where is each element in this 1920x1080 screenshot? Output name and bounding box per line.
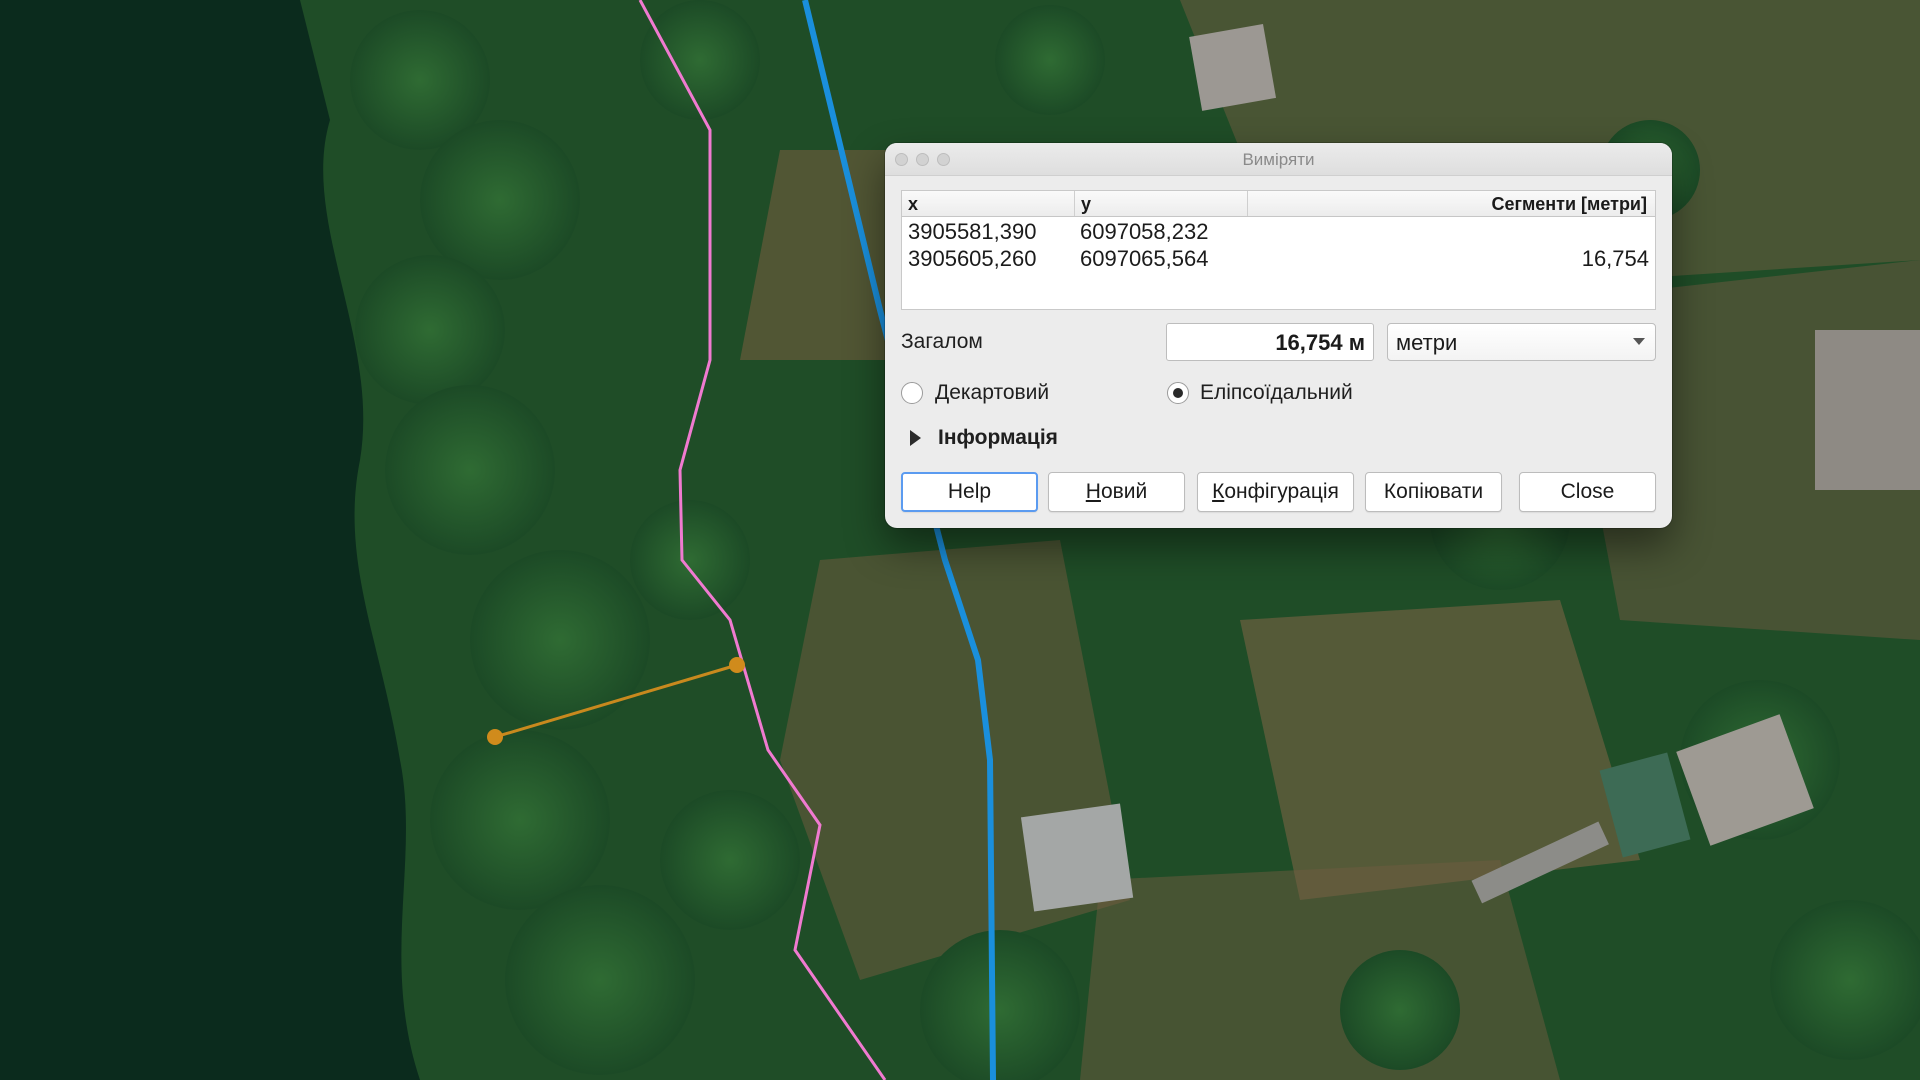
copy-button[interactable]: Копіювати: [1365, 472, 1502, 512]
column-header-segments[interactable]: Сегменти [метри]: [1249, 194, 1649, 214]
cell-x: 3905581,390: [908, 219, 1037, 244]
table-row[interactable]: 3905605,260 6097065,564 16,754: [902, 245, 1655, 272]
help-button[interactable]: Help: [901, 472, 1038, 512]
measurements-table[interactable]: x y Сегменти [метри] 3905581,390 6097058…: [901, 190, 1656, 310]
cell-y: 6097058,232: [1080, 219, 1209, 244]
configuration-button-mnemonic: К: [1212, 480, 1225, 503]
total-label: Загалом: [901, 330, 983, 353]
units-selected-value: метри: [1396, 330, 1458, 355]
cartesian-radio-label[interactable]: Декартовий: [935, 381, 1049, 405]
new-button[interactable]: Новий: [1048, 472, 1185, 512]
dialog-title: Виміряти: [1242, 150, 1315, 169]
column-header-x[interactable]: x: [902, 194, 1074, 214]
measure-vertex[interactable]: [487, 729, 503, 745]
units-select[interactable]: метри: [1387, 323, 1656, 361]
cell-y: 6097065,564: [1080, 246, 1209, 271]
measure-vertex[interactable]: [729, 657, 745, 673]
info-section-toggle[interactable]: Інформація: [938, 426, 1058, 450]
column-header-y[interactable]: y: [1075, 194, 1247, 214]
close-button[interactable]: Close: [1519, 472, 1656, 512]
expand-triangle-icon[interactable]: [910, 430, 921, 446]
ellipsoidal-radio[interactable]: [1167, 382, 1189, 404]
total-value-field: 16,754 м: [1166, 323, 1374, 361]
ellipsoidal-radio-label[interactable]: Еліпсоїдальний: [1200, 381, 1353, 405]
cell-segment: 16,754: [1581, 246, 1649, 271]
configuration-button[interactable]: Конфігурація: [1197, 472, 1354, 512]
cartesian-radio[interactable]: [901, 382, 923, 404]
new-button-label: овий: [1100, 480, 1148, 503]
measure-dialog: Виміряти x y Сегменти [метри] 3905581,39…: [885, 143, 1672, 528]
table-row[interactable]: 3905581,390 6097058,232: [902, 218, 1655, 245]
title-bar[interactable]: Виміряти: [885, 143, 1672, 176]
configuration-button-label: онфігурація: [1224, 480, 1339, 503]
column-divider: [1247, 191, 1248, 216]
table-header: x y Сегменти [метри]: [902, 191, 1655, 217]
new-button-mnemonic: Н: [1085, 480, 1101, 503]
cell-x: 3905605,260: [908, 246, 1037, 271]
chevron-down-icon: [1633, 338, 1645, 345]
